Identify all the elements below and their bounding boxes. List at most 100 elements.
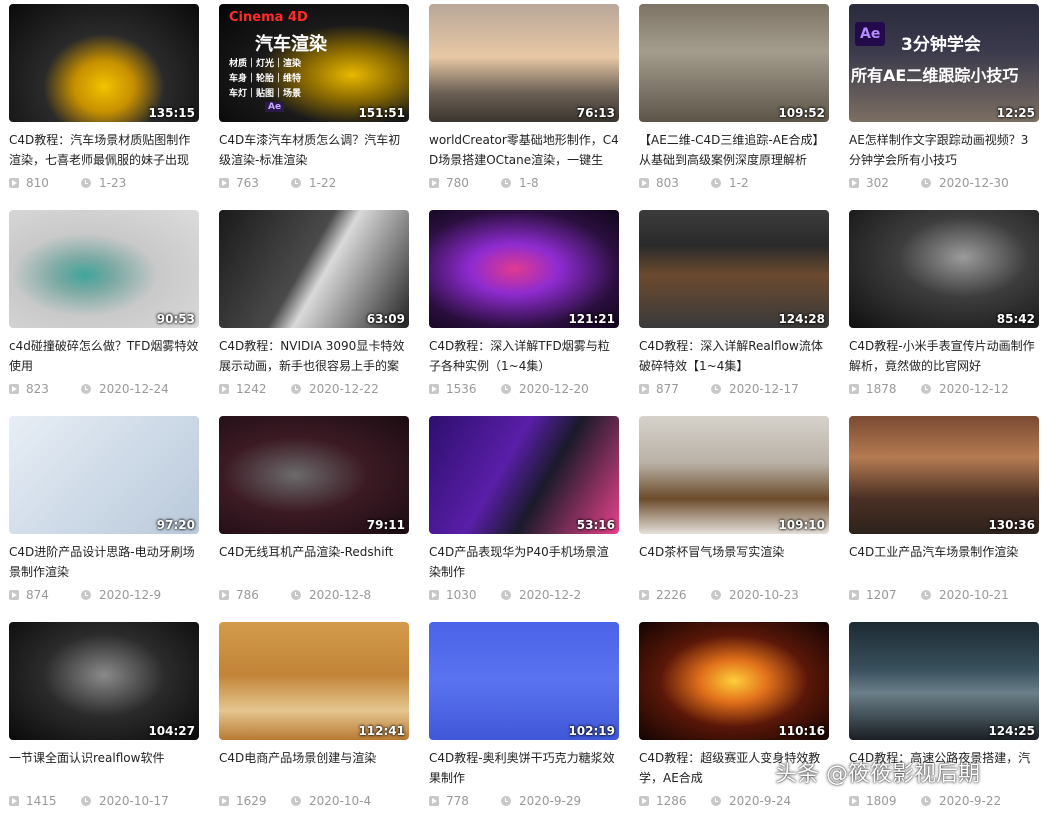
video-duration: 76:13	[576, 106, 615, 120]
video-thumbnail[interactable]: 53:16	[429, 416, 619, 534]
clock-icon	[711, 384, 721, 394]
video-card[interactable]: Ae 3分钟学会 所有AE二维跟踪小技巧 12:25 AE怎样制作文字跟踪动画视频？3分…	[849, 4, 1039, 210]
video-title[interactable]: C4D教程：深入详解Realflow流体破碎特效【1~4集】	[639, 336, 829, 376]
video-title[interactable]: 【AE二维-C4D三维追踪-AE合成】从基础到高级案例深度原理解析	[639, 130, 829, 170]
video-thumbnail[interactable]: 90:53	[9, 210, 199, 328]
view-count: 1629	[219, 792, 267, 810]
video-duration: 85:42	[996, 312, 1035, 326]
video-card[interactable]: 112:41 C4D电商产品场景创建与渲染 1629 2020-10-4	[219, 622, 409, 828]
view-count: 823	[9, 380, 49, 398]
video-title[interactable]: C4D车漆汽车材质怎么调？汽车初级渲染-标准渲染	[219, 130, 409, 170]
video-thumbnail[interactable]: 85:42	[849, 210, 1039, 328]
thumbnail-overlay-text: Cinema 4D	[229, 10, 308, 25]
video-title[interactable]: C4D工业产品汽车场景制作渲染	[849, 542, 1039, 582]
video-card[interactable]: 109:10 C4D茶杯冒气场景写实渲染 2226 2020-10-23	[639, 416, 829, 622]
video-thumbnail[interactable]: 109:52	[639, 4, 829, 122]
video-meta: 1207 2020-10-21	[849, 586, 1039, 604]
view-count: 1242	[219, 380, 267, 398]
video-title[interactable]: C4D教程：NVIDIA 3090显卡特效展示动画，新手也很容易上手的案	[219, 336, 409, 376]
video-card[interactable]: 53:16 C4D产品表现华为P40手机场景渲染制作 1030 2020-12-2	[429, 416, 619, 622]
video-thumbnail[interactable]: Ae 3分钟学会 所有AE二维跟踪小技巧 12:25	[849, 4, 1039, 122]
video-title[interactable]: AE怎样制作文字跟踪动画视频？3分钟学会所有小技巧	[849, 130, 1039, 170]
video-card[interactable]: 104:27 一节课全面认识realflow软件 1415 2020-10-17	[9, 622, 199, 828]
video-title[interactable]: C4D茶杯冒气场景写实渲染	[639, 542, 829, 582]
video-card[interactable]: 121:21 C4D教程：深入详解TFD烟雾与粒子各种实例（1~4集） 1536 20…	[429, 210, 619, 416]
play-count-icon	[9, 796, 19, 806]
video-thumbnail[interactable]: 130:36	[849, 416, 1039, 534]
view-count-value: 778	[446, 794, 469, 808]
publish-date-value: 1-8	[519, 176, 539, 190]
publish-date-value: 2020-12-2	[519, 588, 582, 602]
video-card[interactable]: 130:36 C4D工业产品汽车场景制作渲染 1207 2020-10-21	[849, 416, 1039, 622]
view-count: 786	[219, 586, 259, 604]
play-count-icon	[219, 178, 229, 188]
video-duration: 109:10	[778, 518, 825, 532]
play-count-icon	[9, 384, 19, 394]
video-card[interactable]: 97:20 C4D进阶产品设计思路-电动牙刷场景制作渲染 874 2020-12-9	[9, 416, 199, 622]
video-card[interactable]: 76:13 worldCreator零基础地形制作，C4D场景搭建OCtane渲染…	[429, 4, 619, 210]
video-thumbnail[interactable]: 135:15	[9, 4, 199, 122]
video-thumbnail[interactable]: 79:11	[219, 416, 409, 534]
video-thumbnail[interactable]: 102:19	[429, 622, 619, 740]
video-title[interactable]: C4D电商产品场景创建与渲染	[219, 748, 409, 788]
video-thumbnail[interactable]: 121:21	[429, 210, 619, 328]
video-thumbnail[interactable]: Cinema 4D 汽车渲染 材质｜灯光｜渲染 车身｜轮胎｜维特 车灯｜贴图｜场景 Ae 1…	[219, 4, 409, 122]
video-duration: 79:11	[366, 518, 405, 532]
thumbnail-overlay-text: 3分钟学会	[901, 35, 981, 55]
video-title[interactable]: C4D进阶产品设计思路-电动牙刷场景制作渲染	[9, 542, 199, 582]
video-title[interactable]: C4D无线耳机产品渲染-Redshift	[219, 542, 409, 582]
publish-date-value: 2020-9-29	[519, 794, 582, 808]
video-title[interactable]: C4D教程：深入详解TFD烟雾与粒子各种实例（1~4集）	[429, 336, 619, 376]
video-title[interactable]: C4D教程-小米手表宣传片动画制作解析，竟然做的比官网好	[849, 336, 1039, 376]
view-count: 1536	[429, 380, 477, 398]
video-thumbnail[interactable]: 112:41	[219, 622, 409, 740]
video-thumbnail[interactable]: 97:20	[9, 416, 199, 534]
video-thumbnail[interactable]: 76:13	[429, 4, 619, 122]
publish-date: 1-23	[81, 174, 126, 192]
clock-icon	[81, 796, 91, 806]
video-title[interactable]: C4D产品表现华为P40手机场景渲染制作	[429, 542, 619, 582]
video-card[interactable]: 85:42 C4D教程-小米手表宣传片动画制作解析，竟然做的比官网好 1878 202…	[849, 210, 1039, 416]
video-card[interactable]: 135:15 C4D教程：汽车场景材质贴图制作渲染，七喜老师最佩服的妹子出现 810…	[9, 4, 199, 210]
video-thumbnail[interactable]: 109:10	[639, 416, 829, 534]
publish-date-value: 1-23	[99, 176, 127, 190]
publish-date-value: 1-2	[729, 176, 749, 190]
video-card[interactable]: 90:53 c4d碰撞破碎怎么做？TFD烟雾特效使用 823 2020-12-24	[9, 210, 199, 416]
video-thumbnail[interactable]: 110:16	[639, 622, 829, 740]
view-count: 780	[429, 174, 469, 192]
play-count-icon	[219, 590, 229, 600]
play-count-icon	[219, 796, 229, 806]
clock-icon	[711, 178, 721, 188]
video-title[interactable]: C4D教程：汽车场景材质贴图制作渲染，七喜老师最佩服的妹子出现	[9, 130, 199, 170]
video-meta: 1415 2020-10-17	[9, 792, 199, 810]
video-card[interactable]: Cinema 4D 汽车渲染 材质｜灯光｜渲染 车身｜轮胎｜维特 车灯｜贴图｜场景 Ae 1…	[219, 4, 409, 210]
video-title[interactable]: 一节课全面认识realflow软件	[9, 748, 199, 788]
video-card[interactable]: 63:09 C4D教程：NVIDIA 3090显卡特效展示动画，新手也很容易上手的…	[219, 210, 409, 416]
video-card[interactable]: 102:19 C4D教程-奥利奥饼干巧克力糖浆效果制作 778 2020-9-29	[429, 622, 619, 828]
video-title[interactable]: worldCreator零基础地形制作，C4D场景搭建OCtane渲染，一键生	[429, 130, 619, 170]
video-title[interactable]: c4d碰撞破碎怎么做？TFD烟雾特效使用	[9, 336, 199, 376]
view-count: 1415	[9, 792, 57, 810]
clock-icon	[921, 178, 931, 188]
play-count-icon	[639, 590, 649, 600]
play-count-icon	[429, 178, 439, 188]
clock-icon	[291, 796, 301, 806]
publish-date: 2020-10-23	[711, 586, 799, 604]
video-card[interactable]: 110:16 C4D教程：超级赛亚人变身特效教学，AE合成 1286 2020-9-2…	[639, 622, 829, 828]
video-card[interactable]: 109:52 【AE二维-C4D三维追踪-AE合成】从基础到高级案例深度原理解析 8…	[639, 4, 829, 210]
video-thumbnail[interactable]: 124:25	[849, 622, 1039, 740]
video-thumbnail[interactable]: 63:09	[219, 210, 409, 328]
video-card[interactable]: 124:25 C4D教程：高速公路夜景搭建，汽 1809 2020-9-22	[849, 622, 1039, 828]
clock-icon	[921, 796, 931, 806]
video-thumbnail[interactable]: 124:28	[639, 210, 829, 328]
play-count-icon	[849, 796, 859, 806]
video-duration: 109:52	[778, 106, 825, 120]
play-count-icon	[429, 384, 439, 394]
video-card[interactable]: 79:11 C4D无线耳机产品渲染-Redshift 786 2020-12-8	[219, 416, 409, 622]
video-card[interactable]: 124:28 C4D教程：深入详解Realflow流体破碎特效【1~4集】 877 2…	[639, 210, 829, 416]
video-title[interactable]: C4D教程-奥利奥饼干巧克力糖浆效果制作	[429, 748, 619, 788]
video-thumbnail[interactable]: 104:27	[9, 622, 199, 740]
clock-icon	[921, 384, 931, 394]
view-count: 803	[639, 174, 679, 192]
video-duration: 63:09	[366, 312, 405, 326]
